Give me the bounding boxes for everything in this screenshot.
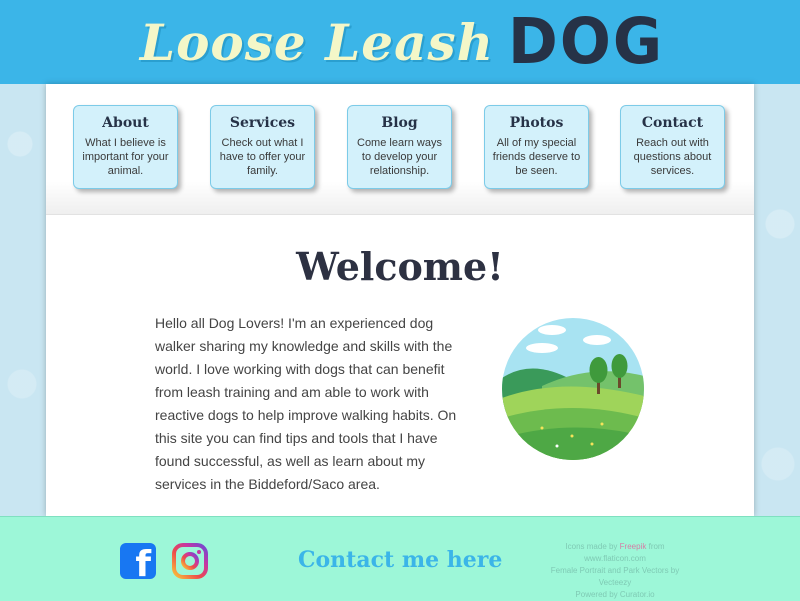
nav-title: Photos: [509, 115, 564, 131]
site-header: Loose Leash DOG: [0, 0, 800, 84]
nav-card-photos[interactable]: Photos All of my special friends deserve…: [484, 105, 589, 189]
site-footer: f Contact me here Icons made by Freepik …: [0, 516, 800, 601]
nav-card-contact[interactable]: Contact Reach out with questions about s…: [620, 105, 725, 189]
nav-title: Contact: [641, 115, 704, 131]
intro-paragraph: Hello all Dog Lovers! I'm an experienced…: [155, 315, 457, 492]
logo-script-text: Loose Leash: [139, 12, 495, 72]
credits-from: from: [648, 542, 665, 551]
facebook-icon[interactable]: f: [120, 543, 156, 579]
nav-title: About: [102, 115, 149, 131]
nav-desc: All of my special friends deserve to be …: [492, 137, 581, 177]
nav-desc: Check out what I have to offer your fami…: [219, 137, 306, 177]
curator-credit[interactable]: Powered by Curator.io: [540, 589, 690, 601]
vecteezy-credit[interactable]: Female Portrait and Park Vectors by Vect…: [540, 565, 690, 589]
nav-desc: Come learn ways to develop your relation…: [357, 137, 442, 177]
park-landscape-illustration: [502, 318, 644, 460]
instagram-icon[interactable]: [172, 543, 208, 579]
content-panel: About What I believe is important for yo…: [46, 84, 754, 516]
freepik-link[interactable]: Freepik: [620, 542, 647, 551]
footer-credits: Icons made by Freepik from www.flaticon.…: [540, 541, 690, 601]
nav-card-blog[interactable]: Blog Come learn ways to develop your rel…: [347, 105, 452, 189]
nav-desc: What I believe is important for your ani…: [82, 137, 169, 177]
credits-prefix: Icons made by: [565, 542, 618, 551]
nav-card-services[interactable]: Services Check out what I have to offer …: [210, 105, 315, 189]
main-nav: About What I believe is important for yo…: [46, 84, 754, 215]
nav-desc: Reach out with questions about services.: [633, 137, 712, 177]
page-title: Welcome!: [296, 244, 504, 289]
site-logo[interactable]: Loose Leash DOG: [139, 5, 665, 79]
nav-title: Services: [229, 115, 296, 131]
contact-link[interactable]: Contact me here: [298, 547, 502, 573]
nav-title: Blog: [381, 115, 418, 131]
logo-bold-text: DOG: [508, 5, 665, 79]
nav-card-about[interactable]: About What I believe is important for yo…: [73, 105, 178, 189]
flaticon-link[interactable]: www.flaticon.com: [584, 554, 646, 563]
